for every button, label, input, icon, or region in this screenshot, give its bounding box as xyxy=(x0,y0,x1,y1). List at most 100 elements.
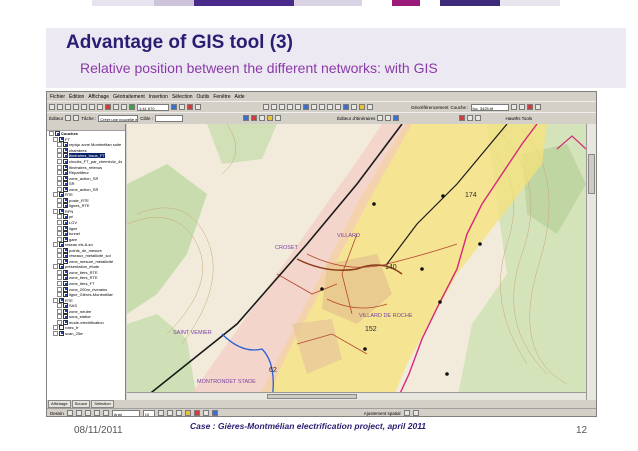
shadow-color-icon[interactable] xyxy=(211,410,218,416)
find-icon[interactable] xyxy=(351,104,357,110)
expand-icon[interactable] xyxy=(53,208,58,214)
map-horizontal-scrollbar[interactable] xyxy=(127,392,586,400)
undo-icon[interactable] xyxy=(113,104,119,110)
route-editor-menu[interactable]: Éditeur d'itinéraires xyxy=(337,116,375,121)
layer-visibility-checkbox[interactable] xyxy=(63,159,68,164)
expand-icon[interactable] xyxy=(53,330,58,336)
layer-visibility-checkbox[interactable] xyxy=(59,208,64,214)
paste-icon[interactable] xyxy=(97,104,103,110)
expand-icon[interactable] xyxy=(57,170,62,176)
expand-icon[interactable] xyxy=(53,136,58,142)
expand-icon[interactable] xyxy=(57,231,62,237)
route-editor-tool-icon[interactable] xyxy=(377,115,384,121)
layer-visibility-checkbox[interactable] xyxy=(63,203,68,209)
fill-color-icon[interactable] xyxy=(184,410,191,416)
delete-icon[interactable] xyxy=(105,104,111,110)
layer-visibility-checkbox[interactable] xyxy=(59,192,64,198)
adjustment-tool-icon[interactable] xyxy=(403,410,410,416)
expand-icon[interactable] xyxy=(57,247,62,253)
route-icon[interactable] xyxy=(251,115,258,121)
map-canvas[interactable]: CROSET VILLARD VILLARD DE ROCHE SAINT VE… xyxy=(127,124,586,400)
expand-icon[interactable] xyxy=(57,308,62,314)
hawths-tools-menu[interactable]: Hawths Tools xyxy=(505,116,532,121)
menu-item[interactable]: Affichage xyxy=(88,94,109,100)
layer-visibility-checkbox[interactable] xyxy=(63,197,68,203)
georeferencing-menu[interactable]: Géoréférencement xyxy=(411,105,449,110)
layer-visibility-checkbox[interactable] xyxy=(63,253,68,259)
scroll-thumb[interactable] xyxy=(267,394,357,399)
expand-icon[interactable] xyxy=(57,186,62,192)
expand-icon[interactable] xyxy=(53,192,58,198)
new-icon[interactable] xyxy=(49,104,55,110)
expand-icon[interactable] xyxy=(57,258,62,264)
expand-icon[interactable] xyxy=(57,225,62,231)
tab-display[interactable]: Affichage xyxy=(48,400,71,408)
layer-visibility-checkbox[interactable] xyxy=(63,153,68,159)
editor-menu[interactable]: Éditeur xyxy=(49,116,63,121)
layer-visibility-checkbox[interactable] xyxy=(63,186,68,192)
expand-icon[interactable] xyxy=(53,297,58,303)
menu-item[interactable]: Outils xyxy=(197,94,210,100)
next-extent-icon[interactable] xyxy=(319,104,325,110)
expand-icon[interactable] xyxy=(57,275,62,281)
expand-icon[interactable] xyxy=(57,314,62,320)
layer-visibility-checkbox[interactable] xyxy=(63,269,68,275)
open-icon[interactable] xyxy=(57,104,63,110)
menu-item[interactable]: Fenêtre xyxy=(213,94,230,100)
cut-icon[interactable] xyxy=(81,104,87,110)
layer-visibility-checkbox[interactable] xyxy=(63,214,68,220)
expand-icon[interactable] xyxy=(57,164,62,170)
drawing-menu[interactable]: Dessin xyxy=(50,411,64,416)
text-icon[interactable] xyxy=(102,410,109,416)
layer-visibility-checkbox[interactable] xyxy=(59,330,64,336)
save-icon[interactable] xyxy=(65,104,71,110)
menu-item[interactable]: Fichier xyxy=(50,94,65,100)
scale-input[interactable]: 1:41 670 xyxy=(137,103,169,111)
select-elements-icon[interactable] xyxy=(335,104,341,110)
snap-icon[interactable] xyxy=(259,115,266,121)
layer-visibility-checkbox[interactable] xyxy=(63,319,68,325)
expand-icon[interactable] xyxy=(57,220,62,226)
expand-icon[interactable] xyxy=(57,197,62,203)
tab-selection[interactable]: Sélection xyxy=(91,400,114,408)
zoom-in-icon[interactable] xyxy=(263,104,269,110)
identify-icon[interactable] xyxy=(343,104,349,110)
underline-icon[interactable] xyxy=(175,410,182,416)
copy-icon[interactable] xyxy=(89,104,95,110)
sketch-tool-icon[interactable] xyxy=(73,115,80,121)
layer-visibility-checkbox[interactable] xyxy=(63,292,68,298)
expand-icon[interactable] xyxy=(57,286,62,292)
measure-icon[interactable] xyxy=(359,104,365,110)
italic-icon[interactable] xyxy=(166,410,173,416)
font-size-select[interactable]: 10 xyxy=(142,409,155,416)
network-icon[interactable] xyxy=(243,115,250,121)
layer-visibility-checkbox[interactable] xyxy=(63,303,68,309)
redo-icon[interactable] xyxy=(121,104,127,110)
expand-icon[interactable] xyxy=(53,264,58,270)
expand-icon[interactable] xyxy=(57,292,62,298)
expand-icon[interactable] xyxy=(57,153,62,159)
layer-visibility-checkbox[interactable] xyxy=(63,164,68,170)
spatial-adjustment-menu[interactable]: Ajustement spatial xyxy=(364,411,401,416)
window-icon[interactable] xyxy=(475,115,482,121)
hyperlink-icon[interactable] xyxy=(367,104,373,110)
rotate-icon[interactable] xyxy=(75,410,82,416)
help-icon[interactable] xyxy=(195,104,201,110)
font-color-icon[interactable] xyxy=(202,410,209,416)
georef-rotate-icon[interactable] xyxy=(510,104,517,110)
fixed-zoom-in-icon[interactable] xyxy=(279,104,285,110)
expand-icon[interactable] xyxy=(57,269,62,275)
layer-item[interactable]: circuits_FT_par_chemin4z_4s xyxy=(47,159,125,165)
task-select[interactable]: Créer une nouvelle entité xyxy=(98,114,139,122)
expand-icon[interactable] xyxy=(57,181,62,187)
tab-source[interactable]: Source xyxy=(71,400,91,408)
rectangle-icon[interactable] xyxy=(93,410,100,416)
expand-icon[interactable] xyxy=(57,253,62,259)
georef-link-table-icon[interactable] xyxy=(534,104,541,110)
layer-item[interactable]: ligne_Gières-Montmélian xyxy=(47,292,125,298)
layer-visibility-checkbox[interactable] xyxy=(59,242,64,248)
layer-visibility-checkbox[interactable] xyxy=(63,314,68,320)
menu-item[interactable]: Aide xyxy=(235,94,245,100)
layer-visibility-checkbox[interactable] xyxy=(59,136,64,142)
full-extent-icon[interactable] xyxy=(303,104,309,110)
